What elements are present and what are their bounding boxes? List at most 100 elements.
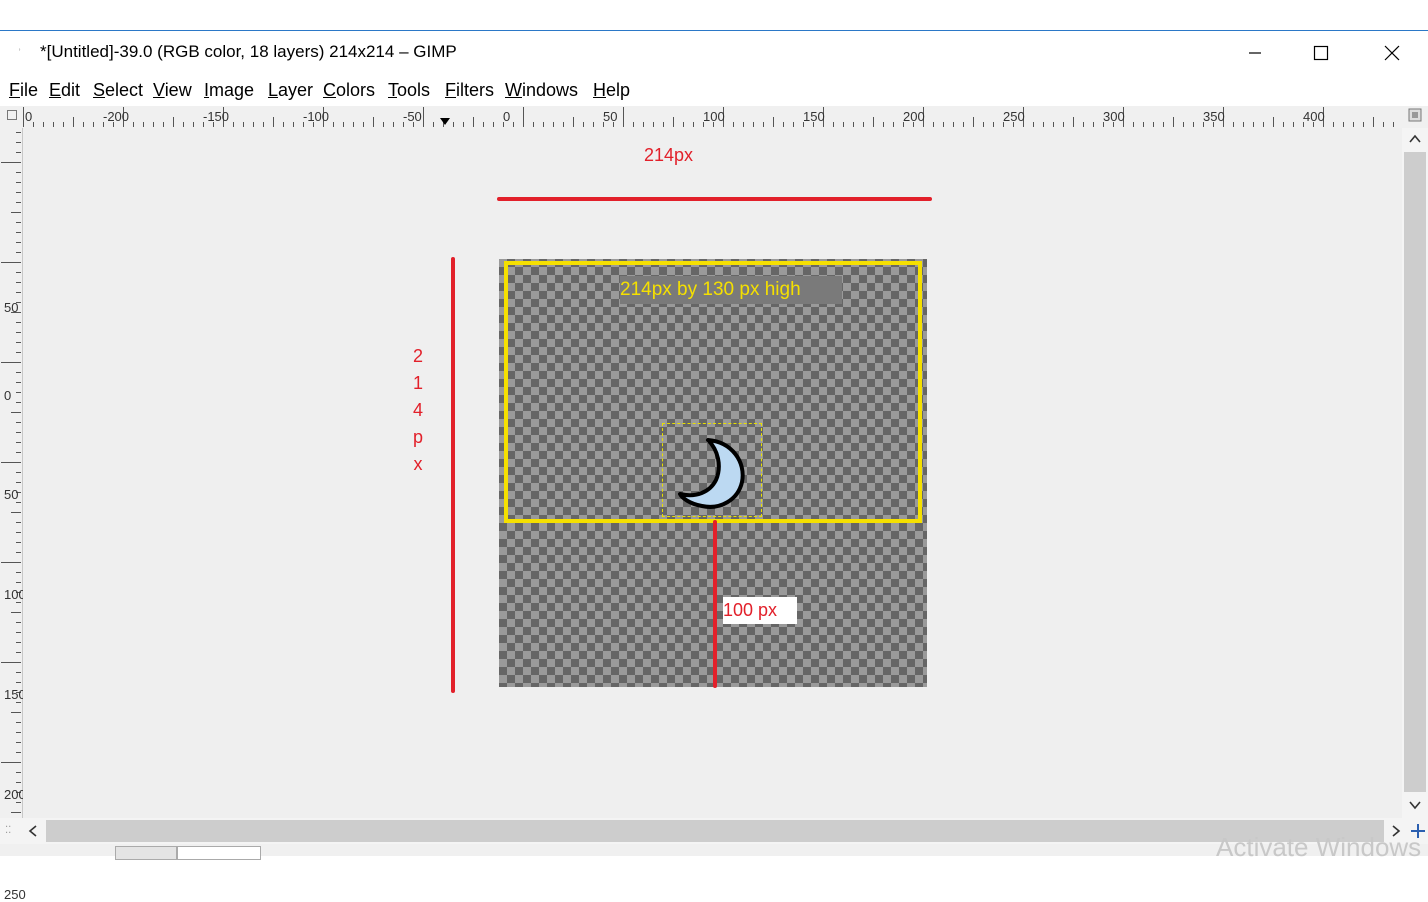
menu-tools[interactable]: Tools — [388, 80, 430, 101]
ruler-tick — [16, 392, 21, 393]
ruler-tick — [1193, 122, 1194, 127]
window-title: *[Untitled]-39.0 (RGB color, 18 layers) … — [40, 42, 457, 61]
ruler-tick — [563, 122, 564, 127]
menu-image[interactable]: Image — [204, 80, 254, 101]
offset-dimension-label: 100 px — [723, 597, 797, 624]
ruler-tick — [16, 372, 21, 373]
ruler-label: 400 — [1303, 109, 1325, 124]
ruler-tick — [1, 762, 21, 763]
ruler-tick — [783, 122, 784, 127]
menu-help[interactable]: Help — [593, 80, 630, 101]
ruler-tick — [173, 117, 174, 127]
ruler-tick — [673, 117, 674, 127]
ruler-tick — [16, 702, 21, 703]
ruler-tick — [363, 122, 364, 127]
ruler-tick — [393, 122, 394, 127]
maximize-button[interactable] — [1298, 31, 1344, 75]
ruler-tick — [1273, 117, 1274, 127]
ruler-tick — [16, 782, 21, 783]
ruler-tick — [93, 122, 94, 127]
ruler-tick — [973, 117, 974, 127]
scroll-up-icon[interactable] — [1409, 134, 1421, 144]
width-dimension-label: 214px — [644, 145, 694, 165]
ruler-tick — [153, 122, 154, 127]
ruler-tick — [1, 162, 21, 163]
menu-colors[interactable]: Colors — [323, 80, 375, 101]
ruler-tick — [1, 262, 21, 263]
ruler-label: 0 — [4, 388, 12, 403]
image-tab-active[interactable] — [177, 846, 261, 860]
scroll-down-icon[interactable] — [1409, 800, 1421, 810]
desktop-top-strip — [0, 0, 1428, 30]
ruler-tick — [1383, 122, 1384, 127]
vertical-scrollbar[interactable] — [1402, 128, 1428, 818]
ruler-tick — [1, 562, 21, 563]
ruler-tick — [16, 272, 21, 273]
ruler-origin-icon[interactable] — [7, 110, 17, 120]
ruler-tick — [473, 117, 474, 127]
ruler-label: 50 — [603, 109, 618, 124]
ruler-tick — [16, 472, 21, 473]
ruler-tick — [1333, 122, 1334, 127]
ruler-tick — [16, 642, 21, 643]
ruler-tick — [16, 602, 21, 603]
ruler-tick — [833, 122, 834, 127]
horizontal-scrollbar[interactable]: ⁚⁚ — [0, 818, 1428, 844]
menu-windows[interactable]: Windows — [505, 80, 578, 101]
ruler-tick — [283, 122, 284, 127]
vertical-ruler[interactable]: 50 0 50 100 150 200 250 — [0, 128, 26, 901]
menu-layer[interactable]: Layer — [268, 80, 313, 101]
ruler-tick — [583, 122, 584, 127]
ruler-tick — [16, 632, 21, 633]
image-tab[interactable] — [115, 846, 177, 860]
minimize-button[interactable] — [1232, 31, 1278, 75]
pointer-marker-icon — [440, 118, 450, 125]
scroll-left-icon[interactable] — [28, 825, 38, 837]
ruler-tick — [11, 812, 21, 813]
ruler-tick — [843, 122, 844, 127]
maximize-icon — [1313, 45, 1329, 61]
navigate-icon[interactable] — [1408, 108, 1422, 122]
vertical-scroll-thumb[interactable] — [1404, 152, 1426, 792]
ruler-tick — [16, 572, 21, 573]
ruler-label: 250 — [1003, 109, 1025, 124]
ruler-tick — [1353, 122, 1354, 127]
ruler-tick — [733, 122, 734, 127]
ruler-tick — [523, 107, 524, 127]
ruler-tick — [73, 117, 74, 127]
ruler-tick — [1153, 122, 1154, 127]
ruler-tick — [333, 122, 334, 127]
close-button[interactable] — [1369, 31, 1415, 75]
ruler-label: 150 — [4, 687, 26, 702]
ruler-label: 200 — [903, 109, 925, 124]
ruler-tick — [16, 502, 21, 503]
menu-filters[interactable]: Filters — [445, 80, 494, 101]
minimize-icon — [1249, 52, 1261, 54]
ruler-label: 150 — [803, 109, 825, 124]
menu-select[interactable]: Select — [93, 80, 143, 101]
menu-view[interactable]: View — [153, 80, 192, 101]
quick-mask-icon[interactable]: ⁚⁚ — [5, 825, 11, 836]
ruler-tick — [16, 222, 21, 223]
ruler-tick — [1163, 122, 1164, 127]
ruler-tick — [573, 117, 574, 127]
ruler-tick — [1, 462, 21, 463]
menu-edit[interactable]: Edit — [49, 80, 80, 101]
menu-bar: File Edit Select View Image Layer Colors… — [0, 75, 1428, 105]
moon-icon[interactable] — [676, 436, 746, 510]
horizontal-scroll-thumb[interactable] — [46, 820, 1384, 842]
ruler-tick — [16, 382, 21, 383]
ruler-tick — [1373, 117, 1374, 127]
ruler-tick — [1233, 122, 1234, 127]
ruler-tick — [16, 652, 21, 653]
ruler-tick — [453, 122, 454, 127]
ruler-tick — [1073, 117, 1074, 127]
ruler-label: -50 — [403, 109, 422, 124]
ruler-tick — [16, 182, 21, 183]
ruler-tick — [16, 402, 21, 403]
menu-file[interactable]: File — [9, 80, 38, 101]
horizontal-ruler[interactable]: 0 -200 -150 -100 -50 0 50 100 150 200 25… — [0, 106, 1428, 129]
ruler-tick — [83, 122, 84, 127]
ruler-label: 350 — [1203, 109, 1225, 124]
title-bar[interactable]: ˒ *[Untitled]-39.0 (RGB color, 18 layers… — [0, 30, 1428, 75]
